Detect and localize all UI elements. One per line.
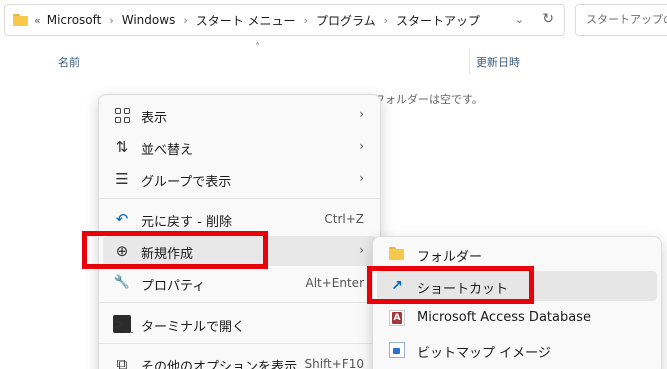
column-divider[interactable] [469,48,470,74]
breadcrumb-microsoft[interactable]: Microsoft [47,13,102,27]
menu-separator [99,343,380,344]
shortcut-label: Ctrl+Z [324,212,364,226]
shortcut-label: Shift+F10 [304,357,364,369]
highlight-box-new [82,231,268,269]
chevron-down-icon[interactable]: ⌄ [515,13,524,26]
shortcut-label: Alt+Enter [305,276,364,290]
chevron-right-icon: › [359,139,364,153]
highlight-box-shortcut [367,266,534,304]
access-database-icon [389,310,405,326]
breadcrumb-start-menu[interactable]: スタート メニュー [196,12,296,29]
refresh-icon[interactable]: ↻ [542,11,554,27]
submenu-item-bitmap-image[interactable]: ビットマップ イメージ [377,335,657,365]
menu-item-undo-delete[interactable]: ↶ 元に戻す - 削除 Ctrl+Z [103,204,376,234]
folder-icon [13,14,28,26]
wrench-icon: 🔧 [113,275,131,290]
sort-ascending-icon: ˄ [255,42,260,53]
menu-item-open-in-terminal[interactable]: >_ ターミナルで開く [103,309,376,339]
bitmap-image-icon [389,342,405,358]
menu-item-label: 並べ替え [141,143,194,158]
menu-item-properties[interactable]: 🔧 プロパティ Alt+Enter [103,268,376,298]
search-input[interactable]: スタートアップの検索 [575,4,667,36]
group-list-icon: ☰ [115,170,129,188]
sort-icon: ⇅ [115,138,129,156]
undo-icon: ↶ [115,210,129,228]
breadcrumb-programs[interactable]: プログラム [316,12,376,29]
menu-item-view[interactable]: 表示 › [103,100,376,130]
more-options-icon: ⧉ [116,355,128,369]
menu-separator [99,198,380,199]
breadcrumb-windows[interactable]: Windows [122,13,176,27]
menu-item-more-options[interactable]: ⧉ その他のオプションを表示 Shift+F10 [103,349,376,369]
chevron-right-icon: › [109,13,114,27]
menu-item-label: グループで表示 [141,175,232,190]
chevron-right-icon: › [183,13,188,27]
terminal-icon: >_ [113,315,134,333]
view-grid-icon [113,106,131,124]
address-bar[interactable]: « Microsoft › Windows › スタート メニュー › プログラ… [4,4,565,36]
overflow-crumbs-button[interactable]: « [34,14,41,27]
chevron-right-icon: › [359,171,364,185]
menu-item-label: 元に戻す - 削除 [141,215,232,230]
submenu-item-label: フォルダー [417,250,483,265]
menu-item-group-by[interactable]: ☰ グループで表示 › [103,164,376,194]
folder-icon [389,246,405,262]
menu-separator [99,302,380,303]
chevron-right-icon: › [383,13,389,27]
menu-item-label: プロパティ [141,279,206,294]
menu-item-label: ターミナルで開く [141,320,246,335]
submenu-item-folder[interactable]: フォルダー [377,239,657,269]
breadcrumb-startup[interactable]: スタートアップ [396,12,480,29]
submenu-item-access-database[interactable]: Microsoft Access Database [377,303,657,333]
submenu-item-label: Microsoft Access Database [417,310,591,325]
chevron-right-icon: › [359,243,364,257]
chevron-right-icon: › [359,107,364,121]
column-header-date[interactable]: 更新日時 [476,54,520,70]
menu-item-label: 表示 [141,111,168,126]
chevron-right-icon: › [303,13,308,27]
column-header-name[interactable]: 名前 [58,54,80,70]
menu-item-sort[interactable]: ⇅ 並べ替え › [103,132,376,162]
menu-item-label: その他のオプションを表示 [141,360,298,369]
submenu-item-label: ビットマップ イメージ [417,346,551,361]
